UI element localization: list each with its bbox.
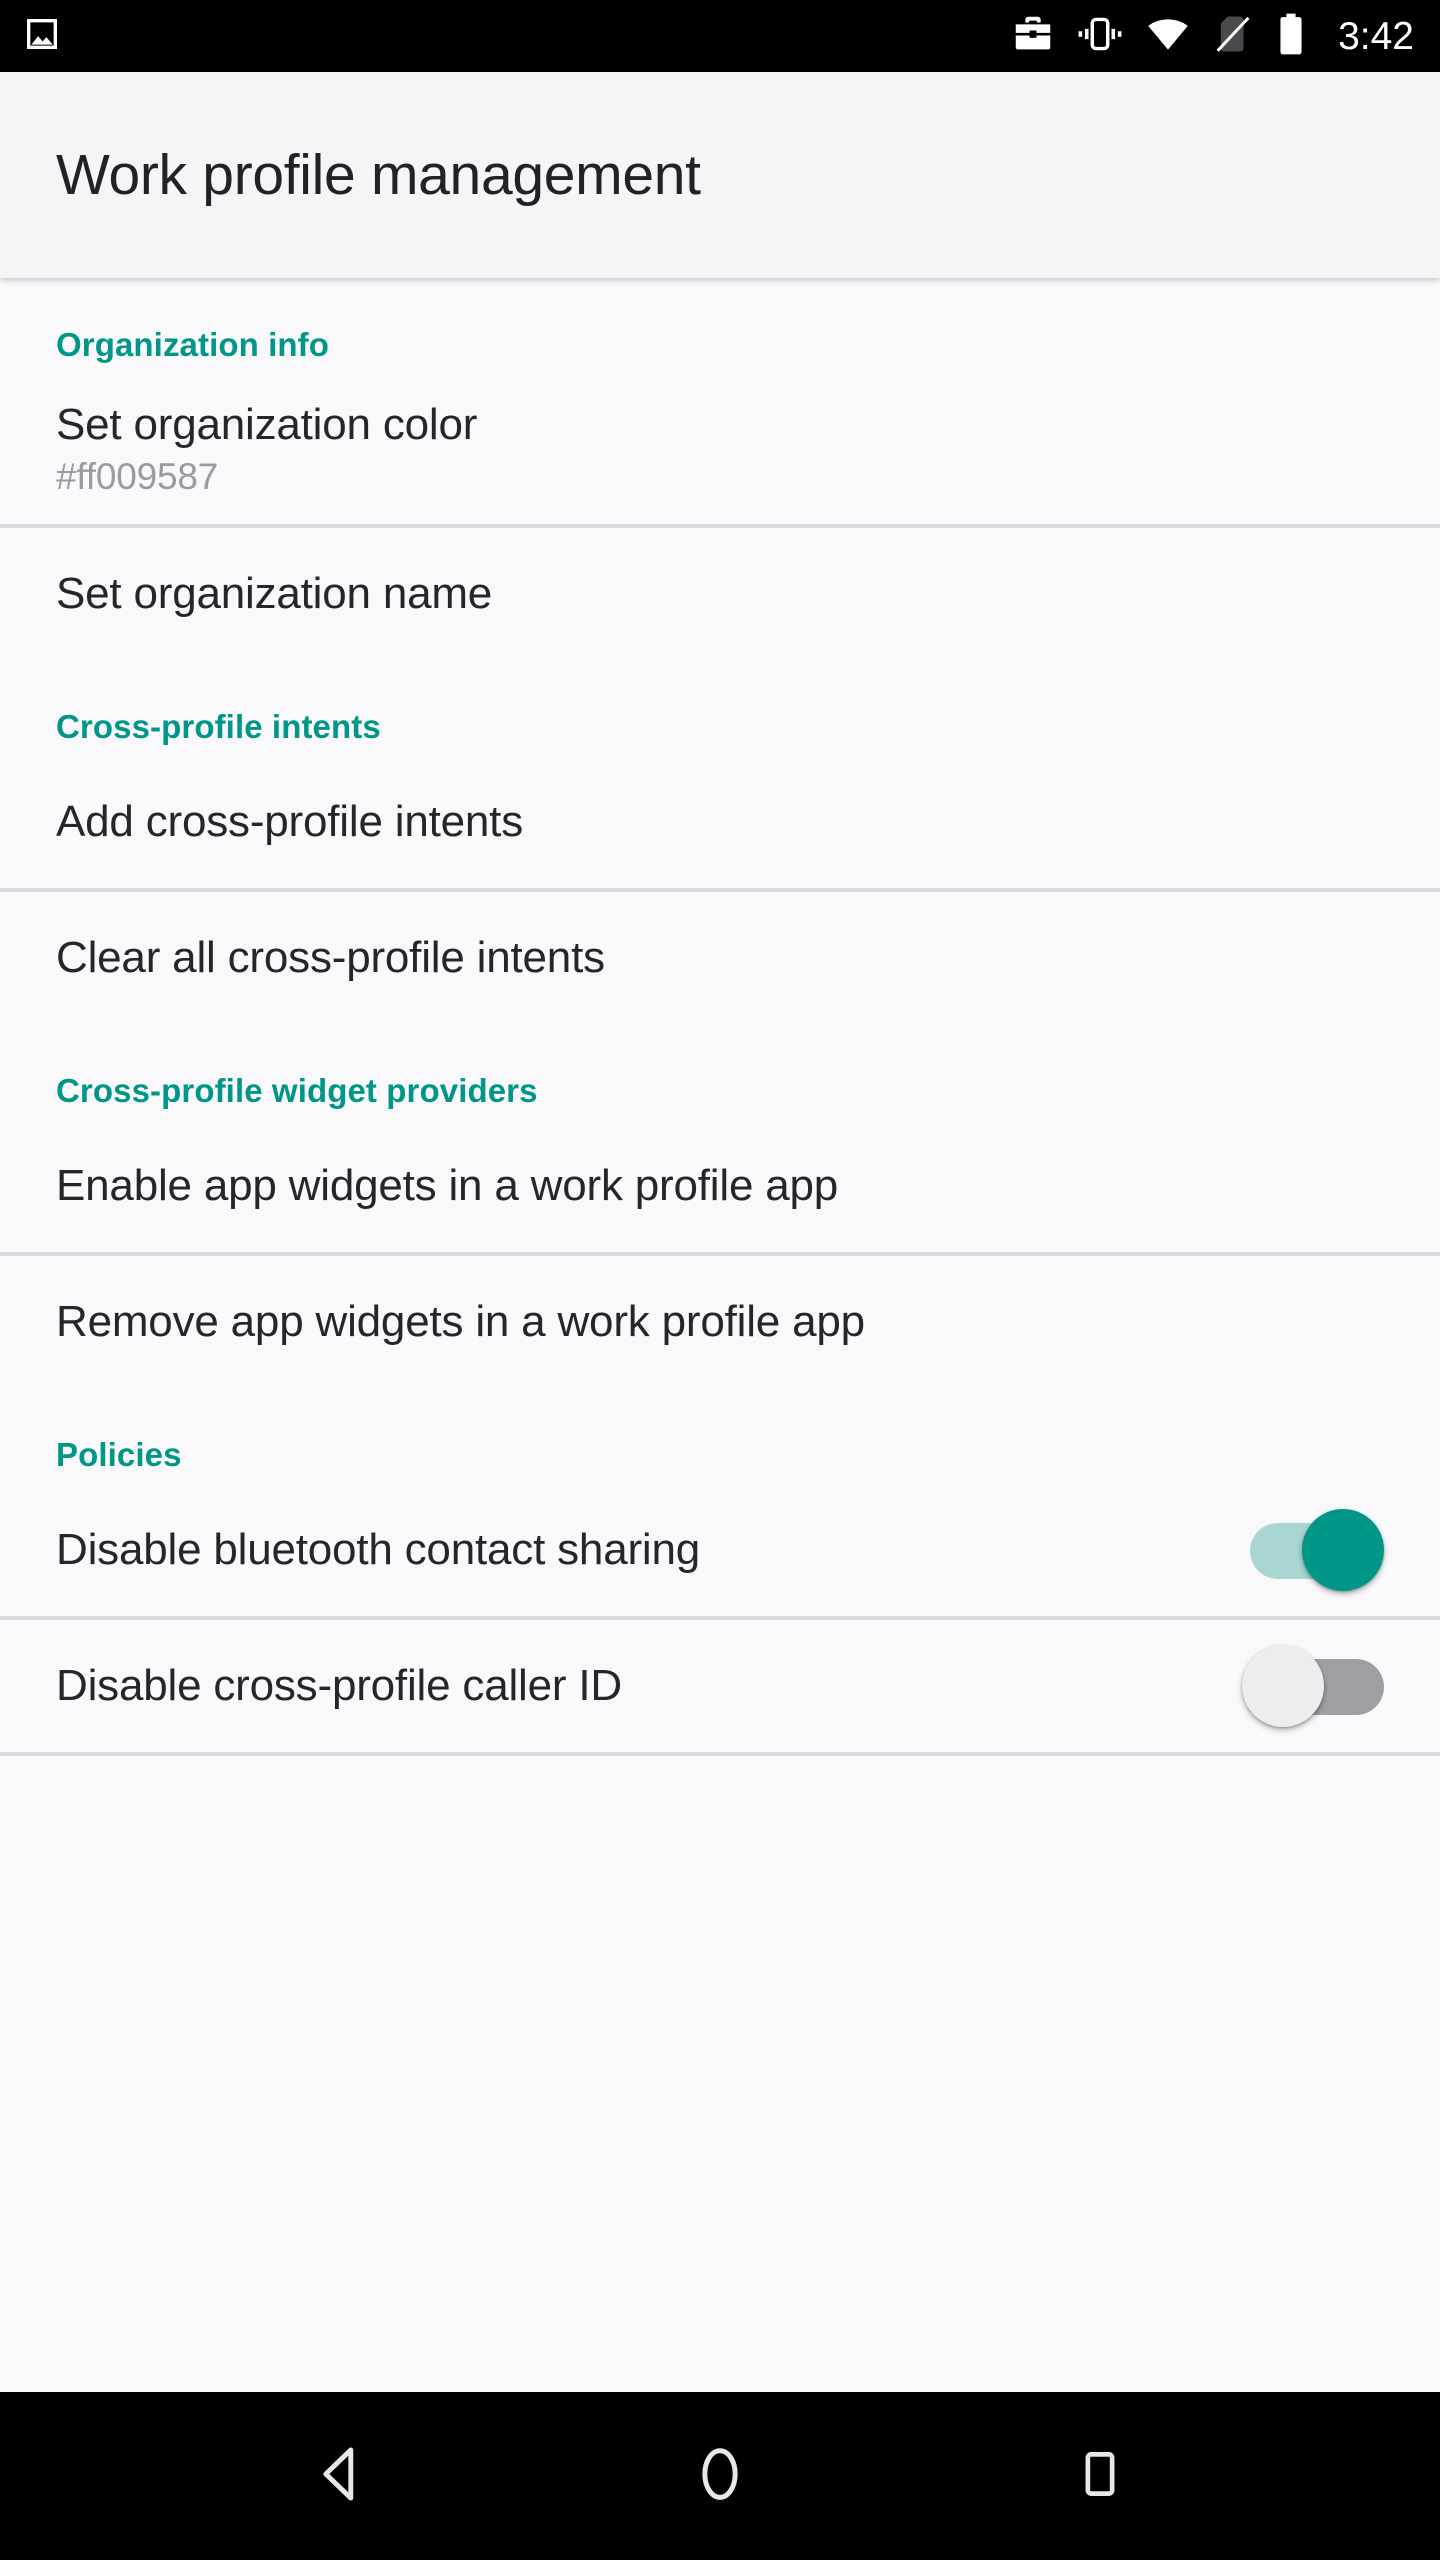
row-set-organization-color[interactable]: Set organization color #ff009587 <box>0 374 1440 524</box>
section-header-organization-info: Organization info <box>0 278 1440 374</box>
wifi-icon <box>1144 12 1192 61</box>
page-title: Work profile management <box>56 143 701 207</box>
section-header-label: Policies <box>56 1436 182 1473</box>
row-texts: Remove app widgets in a work profile app <box>56 1297 1384 1347</box>
no-sim-icon <box>1212 12 1254 61</box>
recents-button[interactable] <box>1030 2406 1170 2546</box>
row-title: Enable app widgets in a work profile app <box>56 1161 839 1210</box>
row-texts: Set organization name <box>56 569 1384 619</box>
row-remove-app-widgets[interactable]: Remove app widgets in a work profile app <box>0 1256 1440 1388</box>
home-icon <box>685 2439 755 2514</box>
row-texts: Disable bluetooth contact sharing <box>56 1525 1218 1575</box>
settings-list[interactable]: Organization info Set organization color… <box>0 278 1440 2392</box>
battery-full-icon <box>1274 11 1308 62</box>
row-title: Disable cross-profile caller ID <box>56 1661 622 1710</box>
section-header-label: Organization info <box>56 326 330 363</box>
row-title: Set organization color <box>56 400 478 449</box>
home-button[interactable] <box>650 2406 790 2546</box>
row-set-organization-name[interactable]: Set organization name <box>0 528 1440 660</box>
app-bar: Work profile management <box>0 72 1440 278</box>
row-texts: Set organization color #ff009587 <box>56 400 1384 498</box>
section-header-label: Cross-profile intents <box>56 708 381 745</box>
switch-disable-bluetooth-contact-sharing[interactable] <box>1242 1509 1384 1591</box>
row-disable-cross-profile-caller-id[interactable]: Disable cross-profile caller ID <box>0 1620 1440 1752</box>
back-button[interactable] <box>270 2406 410 2546</box>
row-title: Set organization name <box>56 569 493 618</box>
row-texts: Add cross-profile intents <box>56 797 1384 847</box>
row-add-cross-profile-intents[interactable]: Add cross-profile intents <box>0 756 1440 888</box>
row-title: Disable bluetooth contact sharing <box>56 1525 701 1574</box>
work-briefcase-icon <box>1010 11 1056 62</box>
row-summary: #ff009587 <box>56 456 219 497</box>
row-enable-app-widgets[interactable]: Enable app widgets in a work profile app <box>0 1120 1440 1252</box>
section-header-label: Cross-profile widget providers <box>56 1072 538 1109</box>
switch-disable-cross-profile-caller-id[interactable] <box>1242 1645 1384 1727</box>
section-header-policies: Policies <box>0 1388 1440 1484</box>
section-header-cross-profile-intents: Cross-profile intents <box>0 660 1440 756</box>
status-bar-right-icons: 3:42 <box>1010 11 1414 62</box>
vibrate-icon <box>1076 12 1124 61</box>
image-icon <box>22 14 62 59</box>
row-title: Add cross-profile intents <box>56 797 523 846</box>
row-clear-all-cross-profile-intents[interactable]: Clear all cross-profile intents <box>0 892 1440 1024</box>
switch-thumb <box>1242 1645 1324 1727</box>
status-bar: 3:42 <box>0 0 1440 72</box>
switch-thumb <box>1302 1509 1384 1591</box>
row-texts: Disable cross-profile caller ID <box>56 1661 1218 1711</box>
back-icon <box>303 2437 377 2516</box>
status-bar-left-icons <box>22 14 62 59</box>
row-disable-bluetooth-contact-sharing[interactable]: Disable bluetooth contact sharing <box>0 1484 1440 1616</box>
status-bar-clock: 3:42 <box>1338 14 1414 58</box>
row-title: Clear all cross-profile intents <box>56 933 605 982</box>
section-header-cross-profile-widget-providers: Cross-profile widget providers <box>0 1024 1440 1120</box>
row-title: Remove app widgets in a work profile app <box>56 1297 865 1346</box>
row-texts: Enable app widgets in a work profile app <box>56 1161 1384 1211</box>
navigation-bar <box>0 2392 1440 2560</box>
recents-icon <box>1069 2443 1131 2510</box>
phone-screen: 3:42 Work profile management Organizatio… <box>0 0 1440 2560</box>
row-texts: Clear all cross-profile intents <box>56 933 1384 983</box>
list-bottom-divider <box>0 1752 1440 1756</box>
